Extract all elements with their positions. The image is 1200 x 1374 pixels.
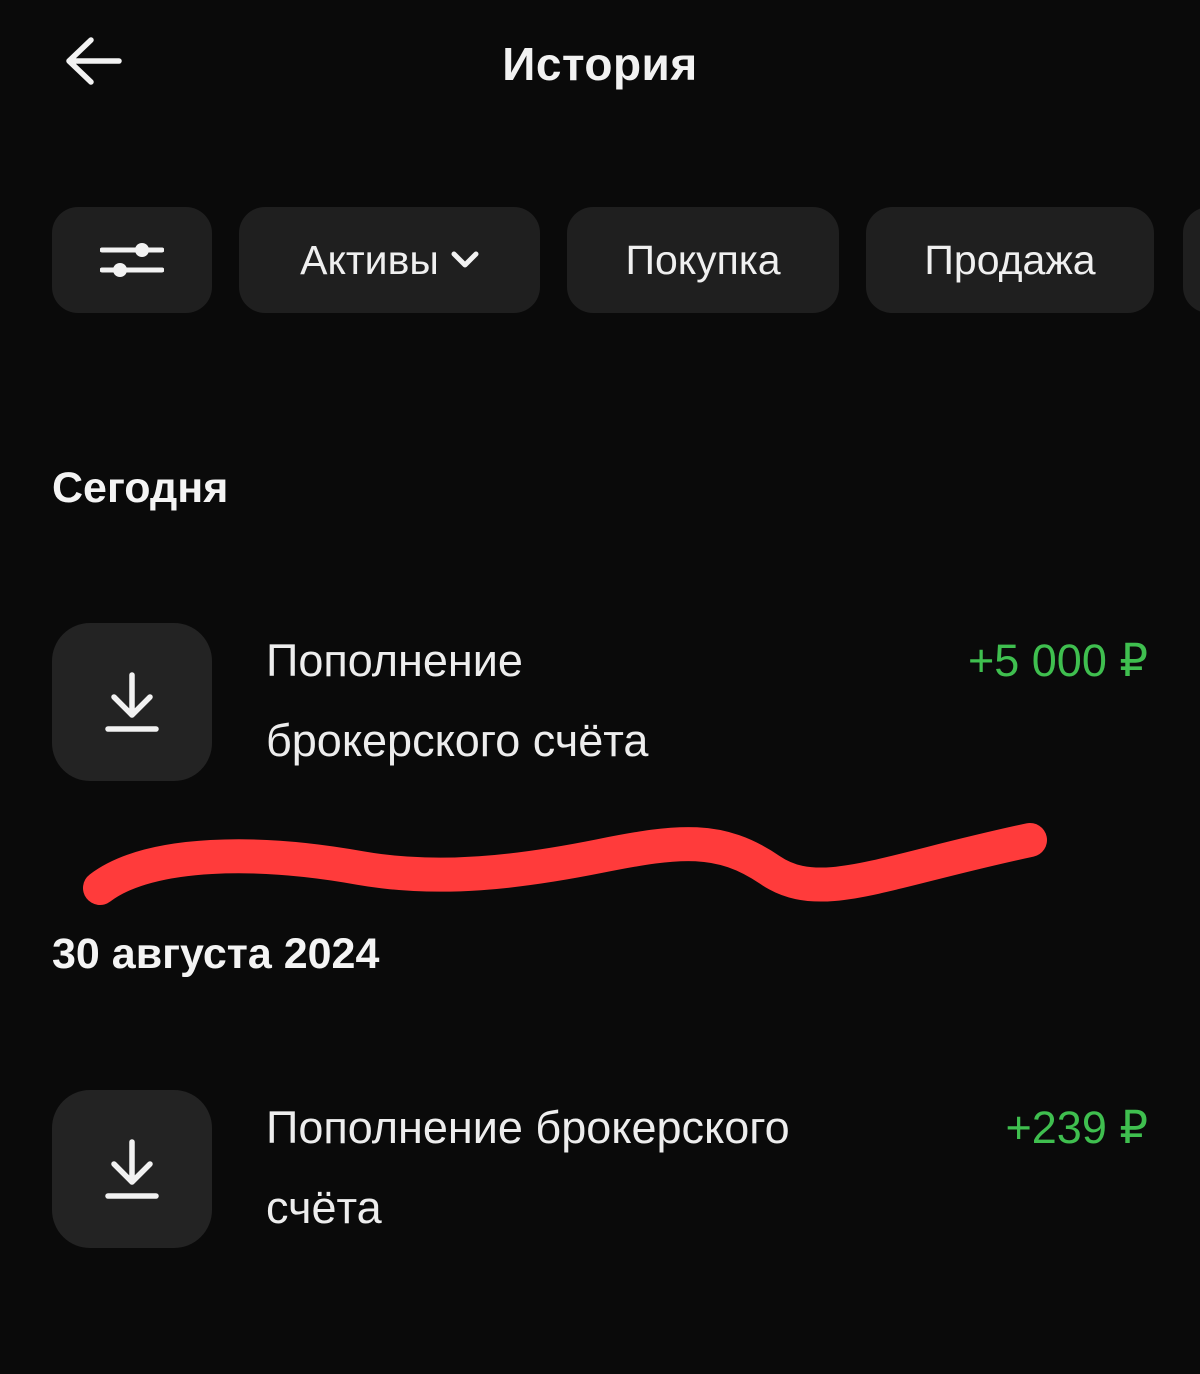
filter-chip-more[interactable] [1183,207,1200,313]
list-item[interactable]: Пополнение брокерского счёта +5 000 ₽ [0,623,1200,783]
chevron-down-icon [451,251,479,268]
download-icon [105,672,159,732]
operation-title-line2: брокерского счёта [266,715,649,766]
operation-title-line1: Пополнение [266,635,523,686]
filter-chip-assets[interactable]: Активы [239,207,540,313]
operation-icon-tile [52,1090,212,1248]
operation-amount: +239 ₽ [1005,1102,1149,1153]
operation-icon-tile [52,623,212,781]
operation-title-line1: Пополнение брокерского [266,1102,790,1153]
list-item[interactable]: Пополнение брокерского счёта +239 ₽ [0,1090,1200,1250]
section-label-date: 30 августа 2024 [52,930,380,978]
filter-chip-buy-label: Покупка [625,236,781,283]
filter-bar: Активы Покупка Продажа [0,207,1200,315]
filter-chip-sell-label: Продажа [924,236,1096,283]
filter-chip-assets-label: Активы [300,236,439,283]
operation-amount: +5 000 ₽ [967,635,1148,686]
filter-chip-buy[interactable]: Покупка [567,207,839,313]
download-icon [105,1139,159,1199]
sliders-icon [100,243,164,277]
page-title: История [502,38,698,90]
filter-chip-sell[interactable]: Продажа [866,207,1154,313]
filter-settings-button[interactable] [52,207,212,313]
top-bar: История [0,0,1200,130]
operation-title-line2: счёта [266,1182,382,1233]
section-label-today: Сегодня [52,464,229,512]
